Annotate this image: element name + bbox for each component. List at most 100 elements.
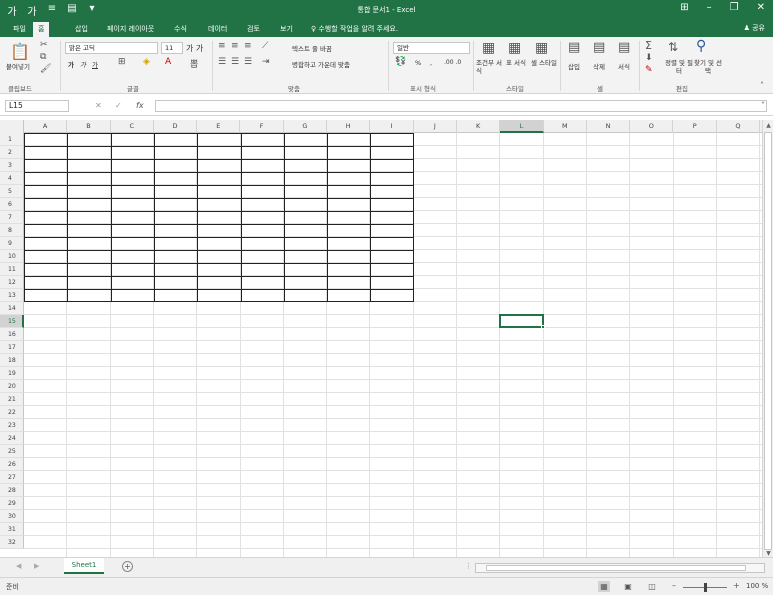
sheet-tab-sheet1[interactable]: Sheet1 bbox=[64, 558, 104, 574]
align-bottom-icon[interactable]: ≡ bbox=[244, 41, 252, 51]
column-header-q[interactable]: Q bbox=[717, 120, 761, 133]
sort-filter-icon[interactable]: ⇅ bbox=[668, 40, 678, 54]
tab-page-layout[interactable]: 페이지 레이아웃 bbox=[102, 22, 159, 37]
page-break-view-icon[interactable]: ◫ bbox=[646, 581, 658, 592]
orientation-icon[interactable]: ⟋ bbox=[262, 41, 268, 51]
tell-me-box[interactable]: ♀ 수행할 작업을 알려 주세요. bbox=[306, 22, 403, 37]
horizontal-scrollbar[interactable] bbox=[475, 563, 765, 573]
delete-button[interactable]: 삭제 bbox=[593, 61, 605, 71]
vertical-scroll-thumb[interactable] bbox=[764, 132, 772, 550]
border-icon[interactable]: ⊞ bbox=[118, 57, 126, 67]
row-header-5[interactable]: 5 bbox=[0, 185, 24, 198]
restore-icon[interactable]: ❐ bbox=[730, 2, 739, 13]
delete-cells-icon[interactable]: ▤ bbox=[593, 40, 605, 55]
row-header-26[interactable]: 26 bbox=[0, 458, 24, 471]
currency-icon[interactable]: 💱 bbox=[395, 57, 406, 67]
column-header-o[interactable]: O bbox=[630, 120, 674, 133]
row-header-12[interactable]: 12 bbox=[0, 276, 24, 289]
column-header-i[interactable]: I bbox=[370, 120, 414, 133]
row-header-1[interactable]: 1 bbox=[0, 133, 24, 146]
row-header-15[interactable]: 15 bbox=[0, 315, 24, 328]
row-header-30[interactable]: 30 bbox=[0, 510, 24, 523]
tab-data[interactable]: 데이터 bbox=[203, 22, 232, 37]
cell-styles-button[interactable]: 셀 스타일 bbox=[530, 59, 558, 67]
formula-input[interactable] bbox=[155, 100, 767, 112]
enter-icon[interactable]: ✓ bbox=[115, 101, 122, 110]
align-middle-icon[interactable]: ≡ bbox=[231, 41, 239, 51]
decimal-icon[interactable]: .00 .0 bbox=[444, 59, 461, 66]
page-layout-view-icon[interactable]: ▣ bbox=[622, 581, 634, 592]
row-header-2[interactable]: 2 bbox=[0, 146, 24, 159]
percent-button[interactable]: % bbox=[415, 59, 421, 67]
fill-icon[interactable]: ⬇ bbox=[645, 53, 653, 63]
zoom-out-button[interactable]: – bbox=[672, 581, 676, 590]
find-select-button[interactable]: 찾기 및 선택 bbox=[693, 59, 723, 75]
tab-home[interactable]: 홈 bbox=[33, 22, 50, 37]
row-header-21[interactable]: 21 bbox=[0, 393, 24, 406]
column-header-d[interactable]: D bbox=[154, 120, 198, 133]
close-icon[interactable]: ✕ bbox=[757, 2, 765, 13]
column-header-h[interactable]: H bbox=[327, 120, 371, 133]
row-header-16[interactable]: 16 bbox=[0, 328, 24, 341]
clear-icon[interactable]: ✎ bbox=[645, 65, 653, 75]
row-header-11[interactable]: 11 bbox=[0, 263, 24, 276]
align-right-icon[interactable]: ☰ bbox=[244, 57, 252, 67]
row-header-7[interactable]: 7 bbox=[0, 211, 24, 224]
row-header-18[interactable]: 18 bbox=[0, 354, 24, 367]
row-header-20[interactable]: 20 bbox=[0, 380, 24, 393]
row-header-6[interactable]: 6 bbox=[0, 198, 24, 211]
cancel-icon[interactable]: ✕ bbox=[95, 101, 102, 110]
row-header-27[interactable]: 27 bbox=[0, 471, 24, 484]
column-header-f[interactable]: F bbox=[241, 120, 284, 133]
fill-handle[interactable] bbox=[540, 325, 545, 329]
phonetic-icon[interactable]: 뽑 bbox=[190, 57, 198, 70]
row-header-22[interactable]: 22 bbox=[0, 406, 24, 419]
paste-icon[interactable]: 📋 bbox=[10, 42, 30, 61]
row-header-14[interactable]: 14 bbox=[0, 302, 24, 315]
format-painter-icon[interactable]: 🖌 bbox=[40, 64, 51, 74]
tab-review[interactable]: 검토 bbox=[242, 22, 265, 37]
row-header-17[interactable]: 17 bbox=[0, 341, 24, 354]
paste-button[interactable]: 붙여넣기 bbox=[6, 61, 30, 71]
column-header-n[interactable]: N bbox=[587, 120, 631, 133]
collapse-ribbon-icon[interactable]: ˄ bbox=[760, 81, 764, 90]
indent-icon[interactable]: ⇥ bbox=[262, 57, 270, 67]
format-table-icon[interactable]: ▦ bbox=[508, 40, 521, 56]
align-center-icon[interactable]: ☰ bbox=[231, 57, 239, 67]
tab-split-handle[interactable]: ⋮ bbox=[465, 562, 472, 570]
cell-styles-icon[interactable]: ▦ bbox=[535, 40, 548, 56]
copy-icon[interactable]: ⧉ bbox=[40, 52, 46, 62]
zoom-in-button[interactable]: + bbox=[733, 581, 740, 590]
font-color-icon[interactable]: A bbox=[165, 57, 171, 67]
merge-center-button[interactable]: 병합하고 가운데 맞춤 bbox=[292, 59, 350, 69]
ribbon-display-icon[interactable]: ⊞ bbox=[680, 2, 688, 13]
font-name-select[interactable]: 맑은 고딕 bbox=[65, 42, 158, 54]
row-header-3[interactable]: 3 bbox=[0, 159, 24, 172]
name-box[interactable]: L15 bbox=[5, 100, 69, 112]
conditional-format-button[interactable]: 조건부 서식 bbox=[476, 59, 502, 75]
column-header-g[interactable]: G bbox=[284, 120, 328, 133]
format-cells-icon[interactable]: ▤ bbox=[618, 40, 630, 55]
column-header-e[interactable]: E bbox=[197, 120, 241, 133]
row-header-28[interactable]: 28 bbox=[0, 484, 24, 497]
font-size-select[interactable]: 11 bbox=[161, 42, 183, 54]
add-sheet-button[interactable]: + bbox=[122, 561, 133, 572]
column-header-l[interactable]: L bbox=[500, 120, 544, 133]
prev-sheet-icon[interactable]: ◀ bbox=[16, 562, 21, 570]
row-header-32[interactable]: 32 bbox=[0, 536, 24, 549]
minimize-icon[interactable]: – bbox=[707, 2, 712, 13]
expand-formula-icon[interactable]: ˅ bbox=[761, 101, 765, 110]
select-all-corner[interactable] bbox=[0, 120, 24, 133]
format-table-button[interactable]: 표 서식 bbox=[504, 59, 528, 67]
column-header-c[interactable]: C bbox=[111, 120, 154, 133]
tab-view[interactable]: 보기 bbox=[275, 22, 298, 37]
wrap-text-button[interactable]: 텍스트 줄 바꿈 bbox=[292, 43, 332, 53]
row-header-19[interactable]: 19 bbox=[0, 367, 24, 380]
row-header-31[interactable]: 31 bbox=[0, 523, 24, 536]
row-header-29[interactable]: 29 bbox=[0, 497, 24, 510]
normal-view-icon[interactable]: ▦ bbox=[598, 581, 610, 592]
italic-button[interactable]: 가 bbox=[80, 59, 86, 69]
format-button[interactable]: 서식 bbox=[618, 61, 630, 71]
active-cell-l15[interactable] bbox=[499, 314, 544, 328]
insert-cells-icon[interactable]: ▤ bbox=[568, 40, 580, 55]
